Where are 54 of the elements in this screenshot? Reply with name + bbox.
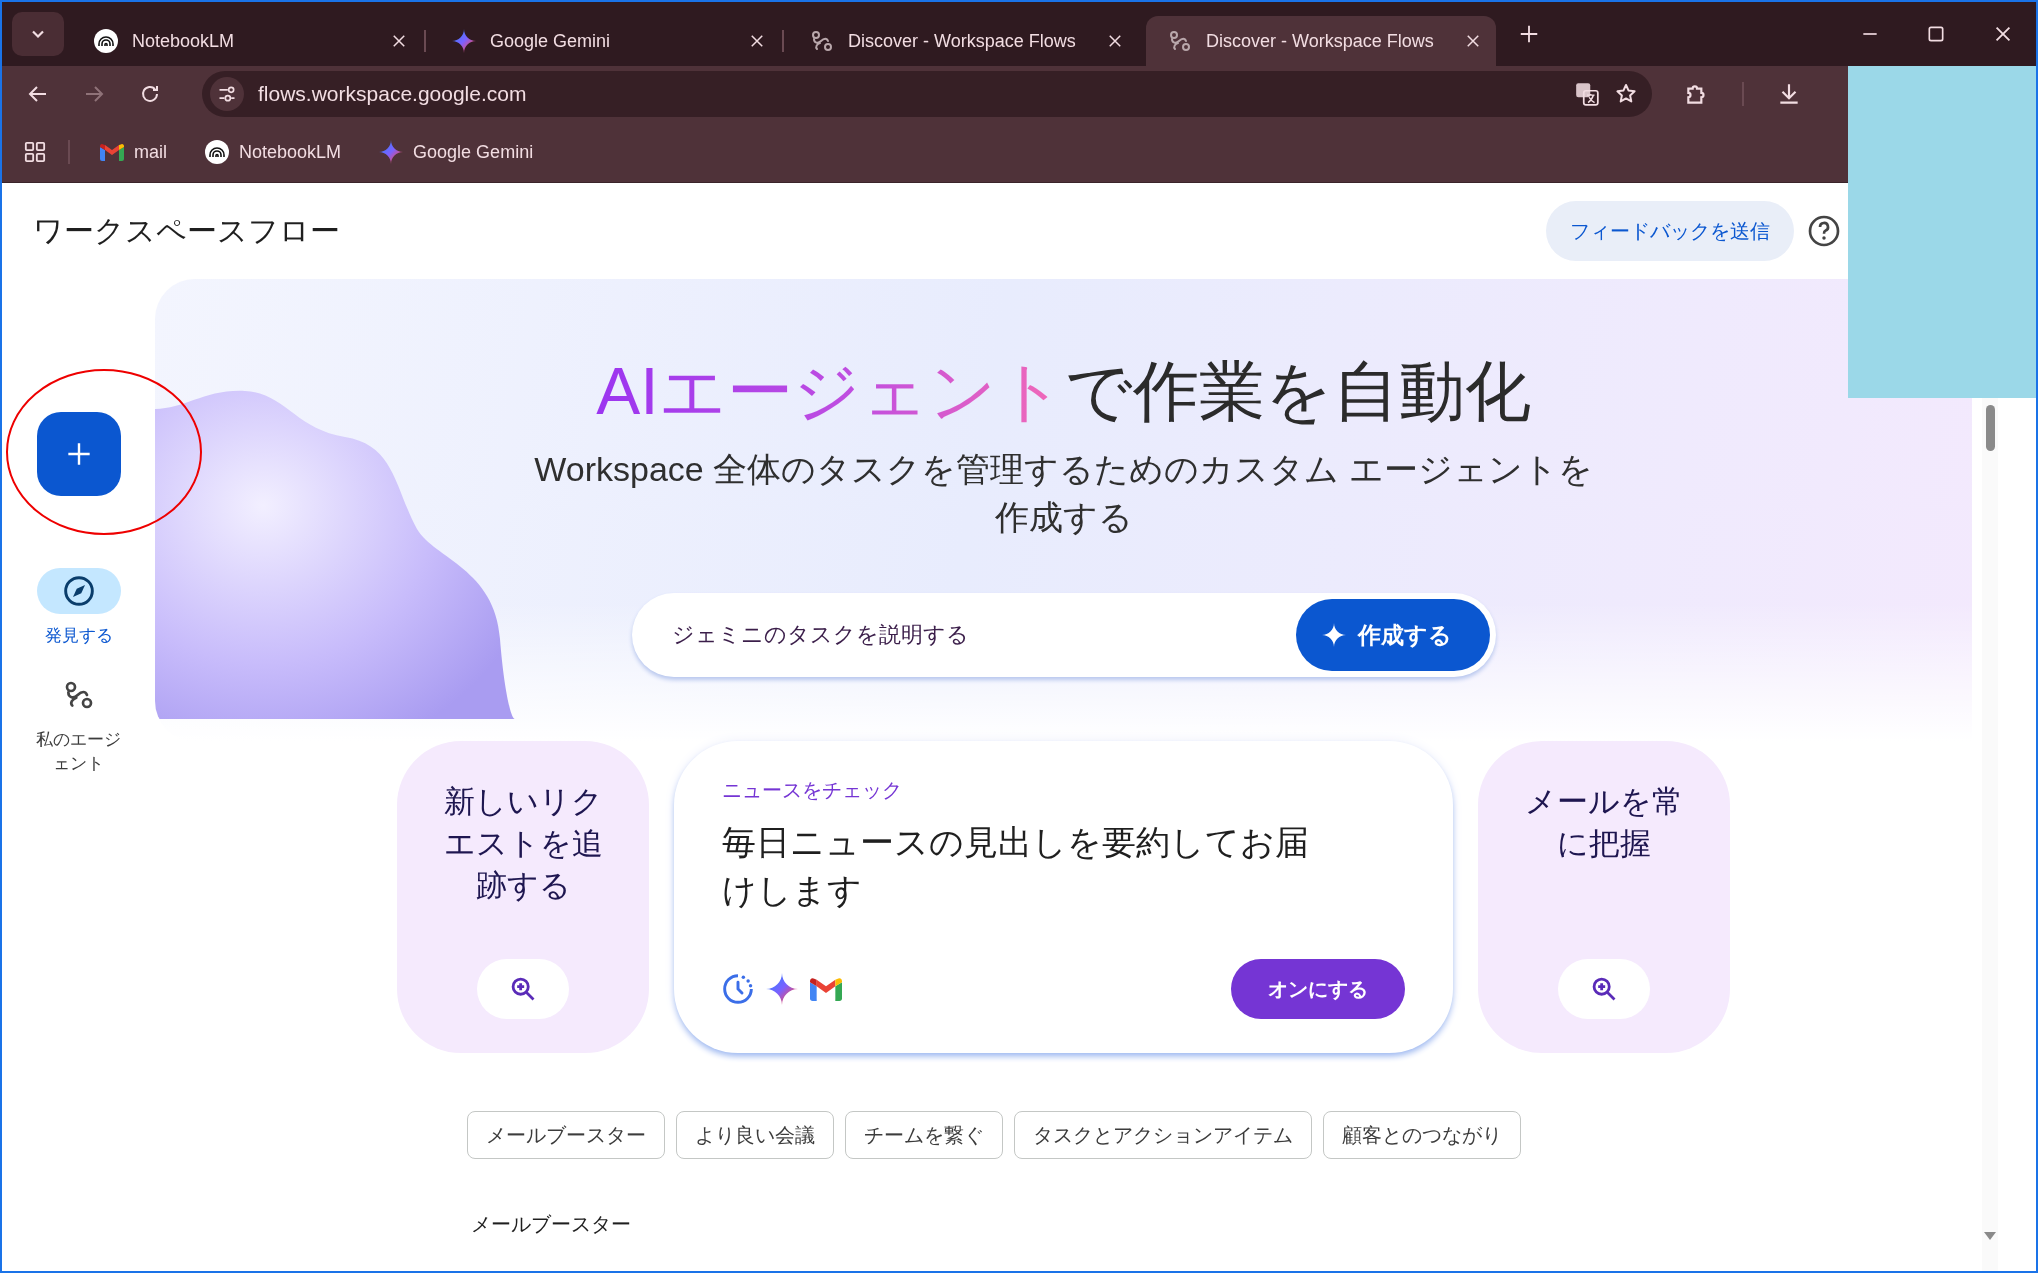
notebook-logo-icon <box>205 140 229 164</box>
card-title: 新しいリクエストを追跡する <box>443 783 603 905</box>
suggestion-card[interactable]: メールを常に把握 <box>1478 741 1730 1053</box>
close-icon[interactable] <box>1464 32 1482 50</box>
sparkle-icon <box>1321 623 1346 647</box>
bookmark-link[interactable]: mail <box>92 137 175 167</box>
category-chip[interactable]: メールブースター <box>467 1111 665 1159</box>
linked-circles-icon <box>1168 29 1192 53</box>
browser-tab[interactable]: NotebookLM <box>72 16 422 66</box>
create-button[interactable] <box>36 412 121 496</box>
card-title: 毎日ニュースの見出しを要約してお届けします <box>722 822 1310 911</box>
hero-headline: AIエージェント で作業を自動化 <box>596 353 1531 430</box>
sparkle-icon <box>379 140 404 164</box>
bookmark-link[interactable]: NotebookLM <box>197 136 350 168</box>
sparkle-icon <box>766 973 798 1005</box>
browser-tab[interactable]: Discover - Workspace Flows <box>1146 16 1496 66</box>
compass-icon <box>62 575 95 607</box>
close-icon[interactable] <box>748 32 766 50</box>
category-chip[interactable]: チームを繋ぐ <box>845 1111 1003 1159</box>
zoom-in-icon <box>1590 975 1618 1003</box>
card-category: ニュースをチェック <box>722 778 903 803</box>
zoom-in-icon <box>509 975 537 1003</box>
mail-logo-icon <box>810 977 842 1001</box>
notebook-logo-icon <box>94 29 118 53</box>
sparkle-icon <box>452 29 476 53</box>
scrollbar-thumb[interactable] <box>1985 405 1995 451</box>
maximize-icon[interactable] <box>1926 24 1946 44</box>
category-chip[interactable]: 顧客とのつながり <box>1323 1111 1521 1159</box>
generate-button[interactable]: 作成する <box>1295 599 1490 671</box>
plus-icon[interactable] <box>1518 23 1540 45</box>
help-icon[interactable] <box>1808 215 1840 247</box>
scroll-down-icon[interactable] <box>1983 1231 1997 1241</box>
nav-item[interactable]: 私のエージェント <box>18 672 139 776</box>
app-title: ワークスペースフロー <box>33 212 341 249</box>
apps-grid-icon[interactable] <box>24 141 46 163</box>
bookmark-link[interactable]: Google Gemini <box>371 136 542 168</box>
sliders-icon <box>217 84 237 104</box>
section-heading: メールブースター <box>471 1212 632 1237</box>
feedback-button[interactable]: フィードバックを送信 <box>1546 201 1794 261</box>
site-settings-button[interactable] <box>210 77 244 111</box>
card-title: メールを常に把握 <box>1524 783 1684 863</box>
category-chip[interactable]: タスクとアクションアイテム <box>1014 1111 1312 1159</box>
category-chip[interactable]: より良い会議 <box>676 1111 834 1159</box>
close-icon[interactable] <box>1106 32 1124 50</box>
mail-logo-icon <box>100 143 124 161</box>
nav-item[interactable]: 発見する <box>18 568 139 648</box>
translate-icon[interactable] <box>1574 81 1600 107</box>
suggestion-card[interactable]: 新しいリクエストを追跡する <box>397 741 649 1053</box>
linked-circles-icon <box>810 29 834 53</box>
hero-subtitle: Workspace 全体のタスクを管理するためのカスタム エージェントを作成する <box>533 449 1594 538</box>
close-icon[interactable] <box>390 32 408 50</box>
enable-button[interactable]: オンにする <box>1231 959 1405 1019</box>
clock-icon <box>722 973 754 1005</box>
task-input-field[interactable]: ジェミニのタスクを説明する 作成する <box>631 593 1496 677</box>
